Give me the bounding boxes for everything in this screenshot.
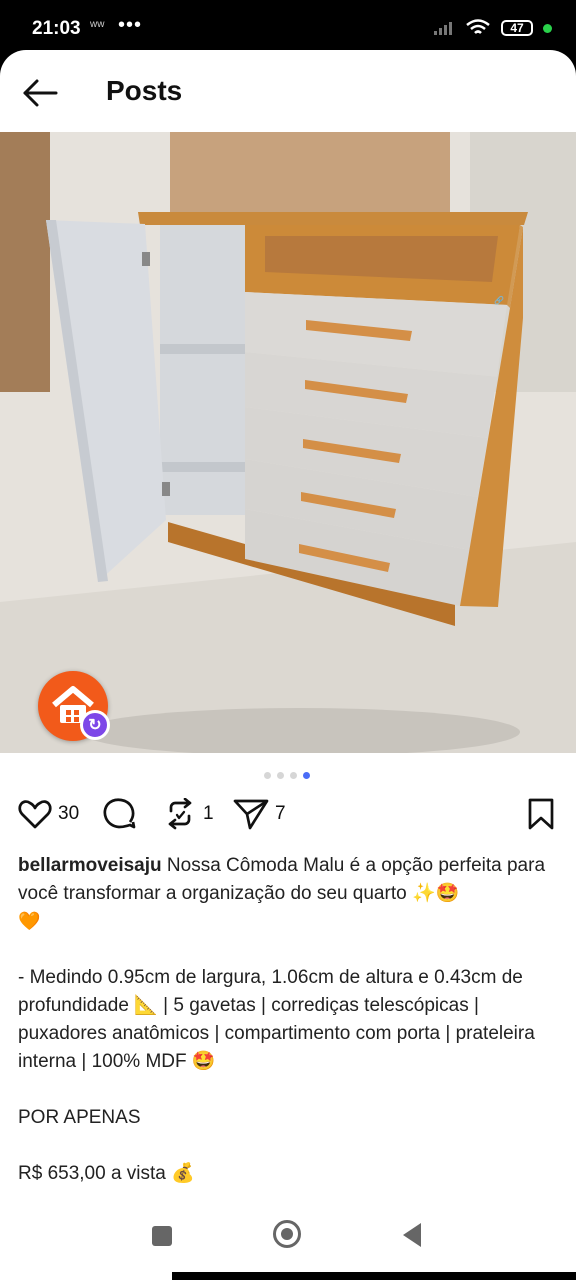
carousel-indicator [264, 772, 310, 779]
post-screen: Posts 🔗 ↻ 30 1 7 bellarmoveisaju Nossa C… [0, 50, 576, 1280]
dresser-image: 🔗 [0, 132, 576, 753]
repost-button[interactable]: 1 [163, 798, 214, 830]
post-actions: 30 1 7 [0, 798, 576, 838]
wifi-icon [466, 19, 490, 34]
like-button[interactable]: 30 [18, 798, 79, 830]
home-indicator [172, 1272, 576, 1280]
offer-text: POR APENAS [18, 1107, 141, 1128]
notification-text: ww [90, 19, 105, 30]
post-image[interactable]: 🔗 [0, 132, 576, 753]
caption-details: - Medindo 0.95cm de largura, 1.06cm de a… [18, 967, 535, 1072]
carousel-dot-3 [290, 772, 297, 779]
more-notifications-icon: ••• [118, 14, 143, 36]
caption-intro: bellarmoveisaju Nossa Cômoda Malu é a op… [18, 852, 560, 908]
signal-icon [434, 22, 452, 35]
repost-icon [168, 798, 192, 830]
username[interactable]: bellarmoveisaju [18, 855, 162, 876]
status-time: 21:03 [32, 18, 81, 39]
carousel-dot-4-active [303, 772, 310, 779]
carousel-dot-2 [277, 772, 284, 779]
battery-level: 47 [510, 21, 524, 35]
like-count: 30 [58, 803, 80, 824]
recents-button[interactable] [152, 1226, 172, 1246]
comment-button[interactable] [103, 798, 137, 830]
bookmark-button[interactable] [526, 798, 556, 835]
repost-badge-icon[interactable]: ↻ [80, 710, 110, 740]
send-icon [233, 799, 269, 830]
home-button-inner [281, 1228, 293, 1240]
repost-count: 1 [203, 803, 214, 824]
share-button[interactable]: 7 [233, 798, 286, 830]
share-count: 7 [275, 803, 286, 824]
price-text: R$ 653,00 a vista 💰 [18, 1163, 195, 1184]
back-button[interactable] [403, 1223, 421, 1247]
header: Posts [0, 50, 576, 132]
svg-text:🔗: 🔗 [494, 295, 504, 305]
heart-icon [18, 800, 52, 829]
status-right: 47 [433, 18, 552, 38]
comment-icon [103, 798, 136, 829]
back-arrow-icon[interactable] [20, 72, 62, 114]
carousel-dot-1 [264, 772, 271, 779]
post-caption: bellarmoveisaju Nossa Cômoda Malu é a op… [18, 852, 560, 1188]
bookmark-icon [528, 798, 554, 830]
page-title: Posts [106, 75, 183, 106]
privacy-indicator [543, 23, 552, 33]
orange-heart-emoji: 🧡 [18, 911, 41, 932]
battery-icon: 47 [501, 20, 533, 36]
